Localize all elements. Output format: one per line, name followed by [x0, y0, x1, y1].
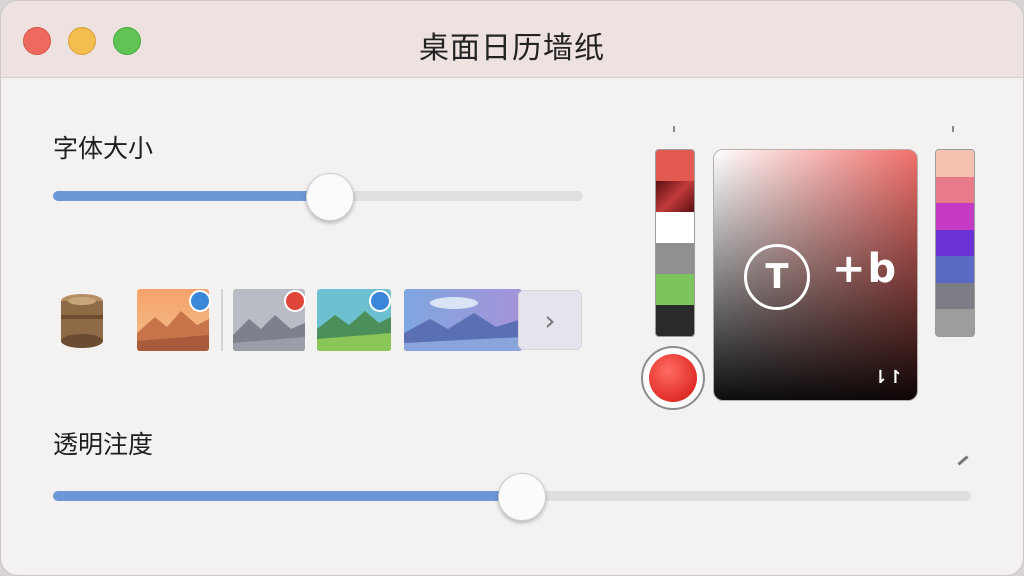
opacity-slider-knob[interactable]	[498, 473, 547, 521]
edit-pencil-icon[interactable]	[957, 455, 969, 466]
adjust-icon[interactable]: ⇂↾	[873, 367, 903, 388]
color-swatch[interactable]	[936, 256, 974, 283]
color-swatch[interactable]	[936, 282, 974, 310]
color-swatch[interactable]	[936, 229, 974, 257]
text-tool-icon[interactable]: T	[744, 244, 810, 310]
wallpaper-thumb-blue[interactable]	[404, 289, 522, 351]
color-swatch[interactable]	[936, 203, 974, 230]
wallpaper-badge-icon	[369, 290, 391, 312]
left-color-swatches[interactable]	[655, 149, 695, 337]
color-swatch[interactable]	[936, 309, 974, 336]
wallpaper-badge-icon	[284, 290, 306, 312]
window-title: 桌面日历墙纸	[419, 31, 605, 66]
spool-icon[interactable]	[59, 293, 105, 349]
color-swatch[interactable]	[656, 305, 694, 336]
picker-mode-label[interactable]: +b	[832, 246, 898, 292]
color-swatch[interactable]	[936, 176, 974, 204]
color-swatch[interactable]	[936, 150, 974, 177]
font-size-slider-fill	[53, 191, 329, 201]
color-swatch[interactable]	[656, 150, 694, 181]
record-dot-icon	[649, 354, 697, 402]
app-window: 桌面日历墙纸 字体大小 › T +b ⇂↾ 透明注度	[0, 0, 1024, 576]
record-button[interactable]	[641, 346, 705, 410]
opacity-label: 透明注度	[53, 430, 154, 459]
color-swatch[interactable]	[656, 212, 694, 243]
color-picker[interactable]: T +b ⇂↾	[713, 149, 918, 401]
font-size-slider-knob[interactable]	[305, 173, 354, 221]
wallpaper-badge-icon	[189, 290, 211, 312]
color-swatch[interactable]	[656, 181, 694, 212]
font-size-label: 字体大小	[53, 134, 154, 163]
color-swatch[interactable]	[656, 274, 694, 305]
divider	[221, 289, 223, 351]
tick-mark	[673, 126, 675, 132]
opacity-slider-fill	[53, 491, 522, 501]
tick-mark	[952, 126, 954, 132]
right-color-swatches[interactable]	[935, 149, 975, 337]
chevron-right-icon: ›	[544, 303, 556, 337]
next-wallpaper-button[interactable]: ›	[518, 290, 582, 350]
color-swatch[interactable]	[656, 243, 694, 274]
title-bar: 桌面日历墙纸	[1, 1, 1023, 78]
